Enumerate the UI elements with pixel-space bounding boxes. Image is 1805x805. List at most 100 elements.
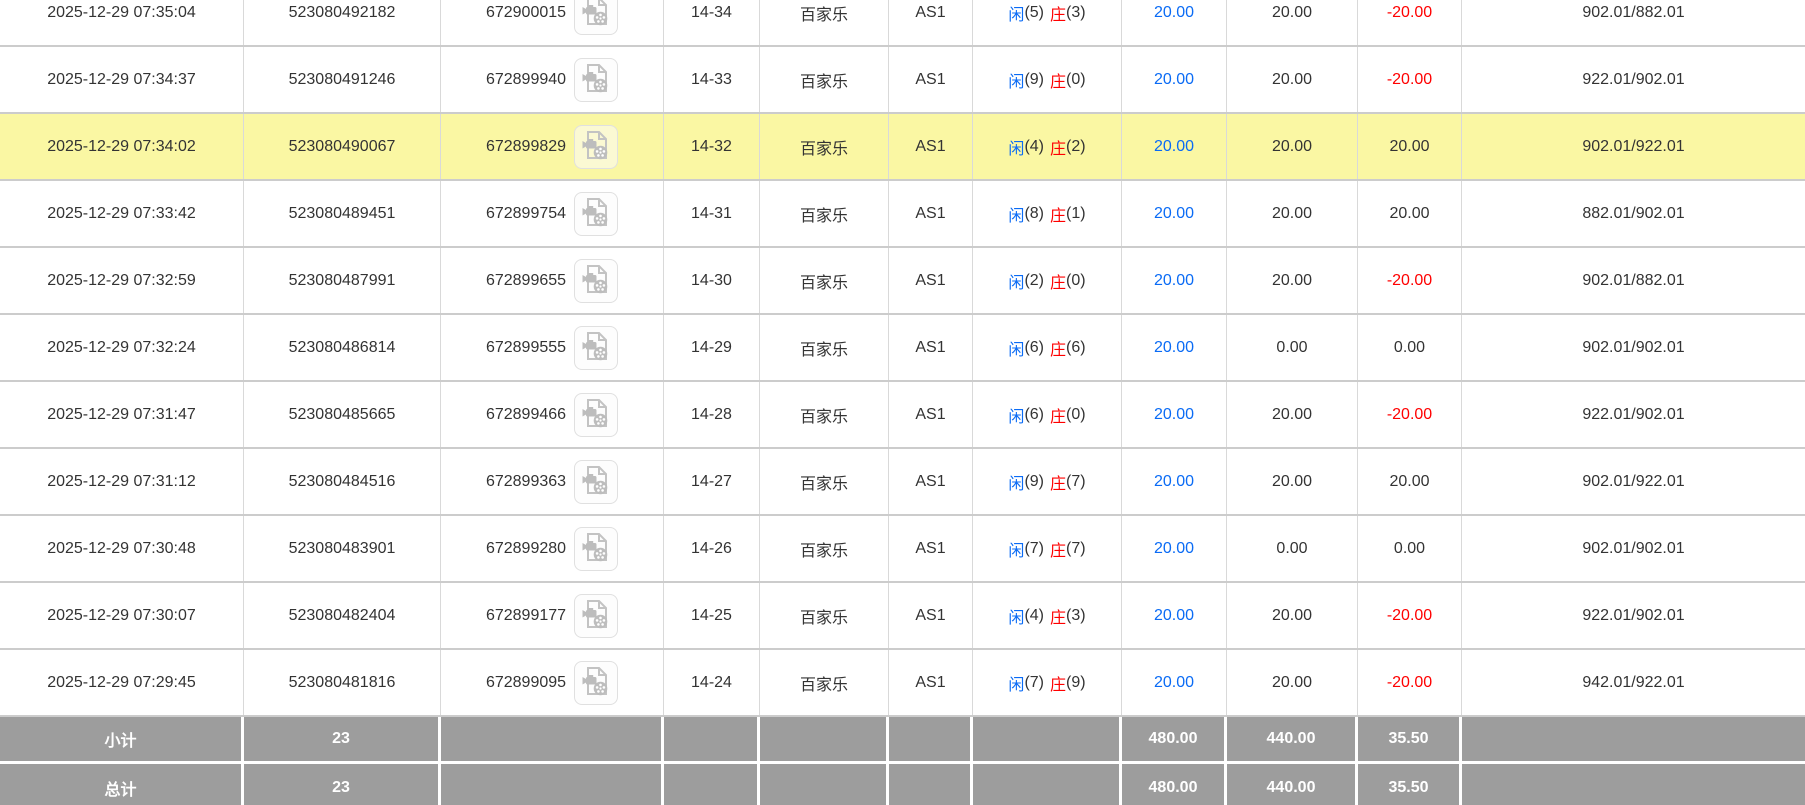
video-replay-button[interactable] (574, 326, 618, 370)
bet-amount-cell: 20.00 (1122, 382, 1227, 447)
banker-points: (1) (1066, 205, 1086, 223)
player-points: (2) (1024, 272, 1044, 290)
banker-points: (9) (1066, 674, 1086, 692)
table-name-cell: AS1 (889, 583, 973, 648)
round-cell: 14-28 (664, 382, 760, 447)
player-points: (4) (1024, 607, 1044, 625)
table-row[interactable]: 2025-12-29 07:34:37 523080491246 6728999… (0, 47, 1805, 114)
table-row[interactable]: 2025-12-29 07:30:07 523080482404 6728991… (0, 583, 1805, 650)
records-table-body: 2025-12-29 07:35:04 523080492182 6729000… (0, 0, 1805, 717)
game-type-cell: 百家乐 (760, 315, 889, 380)
bet-amount-cell: 20.00 (1122, 114, 1227, 179)
time-cell: 2025-12-29 07:32:59 (0, 248, 244, 313)
table-name-cell: AS1 (889, 181, 973, 246)
valid-amount-cell: 20.00 (1227, 650, 1358, 715)
video-replay-icon (582, 0, 610, 29)
table-row[interactable]: 2025-12-29 07:35:04 523080492182 6729000… (0, 0, 1805, 47)
bet-id-cell: 523080491246 (244, 47, 441, 112)
player-points: (7) (1024, 674, 1044, 692)
player-result-label: 闲 (1008, 537, 1024, 561)
banker-result-label: 庄 (1050, 336, 1066, 360)
game-number: 672899655 (486, 272, 566, 290)
balance-cell: 922.01/902.01 (1462, 382, 1805, 447)
video-replay-button[interactable] (574, 393, 618, 437)
table-row[interactable]: 2025-12-29 07:34:02 523080490067 6728998… (0, 114, 1805, 181)
video-replay-button[interactable] (574, 594, 618, 638)
table-row[interactable]: 2025-12-29 07:29:45 523080481816 6728990… (0, 650, 1805, 717)
winloss-cell: 20.00 (1358, 114, 1462, 179)
result-cell: 闲(7)庄(7) (973, 516, 1122, 581)
video-replay-button[interactable] (574, 460, 618, 504)
player-result-label: 闲 (1008, 202, 1024, 226)
player-result-label: 闲 (1008, 671, 1024, 695)
video-replay-button[interactable] (574, 125, 618, 169)
balance-cell: 902.01/922.01 (1462, 449, 1805, 514)
result-cell: 闲(9)庄(0) (973, 47, 1122, 112)
game-number-cell: 672899177 (441, 583, 664, 648)
table-name-cell: AS1 (889, 449, 973, 514)
player-points: (8) (1024, 205, 1044, 223)
balance-cell: 882.01/902.01 (1462, 181, 1805, 246)
video-replay-button[interactable] (574, 0, 618, 35)
banker-points: (0) (1066, 272, 1086, 290)
bet-amount-cell: 20.00 (1122, 516, 1227, 581)
subtotal-label: 小计 (0, 717, 244, 764)
total-count: 23 (244, 764, 441, 805)
bet-id-cell: 523080487991 (244, 248, 441, 313)
valid-amount-cell: 20.00 (1227, 449, 1358, 514)
empty-cell (441, 717, 664, 764)
banker-result-label: 庄 (1050, 403, 1066, 427)
time-cell: 2025-12-29 07:29:45 (0, 650, 244, 715)
table-row[interactable]: 2025-12-29 07:32:59 523080487991 6728996… (0, 248, 1805, 315)
table-row[interactable]: 2025-12-29 07:30:48 523080483901 6728992… (0, 516, 1805, 583)
winloss-cell: -20.00 (1358, 47, 1462, 112)
video-replay-button[interactable] (574, 58, 618, 102)
game-type-cell: 百家乐 (760, 449, 889, 514)
player-result-label: 闲 (1008, 336, 1024, 360)
table-row[interactable]: 2025-12-29 07:32:24 523080486814 6728995… (0, 315, 1805, 382)
table-name-cell: AS1 (889, 114, 973, 179)
video-replay-button[interactable] (574, 192, 618, 236)
winloss-cell: 0.00 (1358, 516, 1462, 581)
game-type-cell: 百家乐 (760, 516, 889, 581)
total-winloss: 35.50 (1358, 764, 1462, 805)
video-replay-icon (582, 599, 610, 632)
game-number-cell: 672899754 (441, 181, 664, 246)
round-cell: 14-25 (664, 583, 760, 648)
table-row[interactable]: 2025-12-29 07:31:12 523080484516 6728993… (0, 449, 1805, 516)
game-type-cell: 百家乐 (760, 47, 889, 112)
video-replay-button[interactable] (574, 259, 618, 303)
bet-amount-cell: 20.00 (1122, 248, 1227, 313)
banker-result-label: 庄 (1050, 470, 1066, 494)
video-replay-button[interactable] (574, 661, 618, 705)
player-points: (5) (1024, 4, 1044, 22)
time-cell: 2025-12-29 07:33:42 (0, 181, 244, 246)
player-points: (9) (1024, 473, 1044, 491)
game-number-cell: 672899095 (441, 650, 664, 715)
time-cell: 2025-12-29 07:30:07 (0, 583, 244, 648)
banker-points: (0) (1066, 71, 1086, 89)
bet-amount-cell: 20.00 (1122, 47, 1227, 112)
game-number-cell: 672899940 (441, 47, 664, 112)
banker-points: (0) (1066, 406, 1086, 424)
banker-result-label: 庄 (1050, 537, 1066, 561)
result-cell: 闲(4)庄(3) (973, 583, 1122, 648)
subtotal-winloss: 35.50 (1358, 717, 1462, 764)
banker-result-label: 庄 (1050, 269, 1066, 293)
game-number: 672899363 (486, 473, 566, 491)
table-row[interactable]: 2025-12-29 07:31:47 523080485665 6728994… (0, 382, 1805, 449)
balance-cell: 902.01/922.01 (1462, 114, 1805, 179)
winloss-cell: -20.00 (1358, 650, 1462, 715)
empty-cell (1462, 717, 1805, 764)
valid-amount-cell: 20.00 (1227, 583, 1358, 648)
player-result-label: 闲 (1008, 135, 1024, 159)
banker-result-label: 庄 (1050, 671, 1066, 695)
result-cell: 闲(9)庄(7) (973, 449, 1122, 514)
bet-id-cell: 523080485665 (244, 382, 441, 447)
valid-amount-cell: 20.00 (1227, 248, 1358, 313)
video-replay-button[interactable] (574, 527, 618, 571)
valid-amount-cell: 20.00 (1227, 47, 1358, 112)
valid-amount-cell: 20.00 (1227, 382, 1358, 447)
balance-cell: 922.01/902.01 (1462, 47, 1805, 112)
table-row[interactable]: 2025-12-29 07:33:42 523080489451 6728997… (0, 181, 1805, 248)
